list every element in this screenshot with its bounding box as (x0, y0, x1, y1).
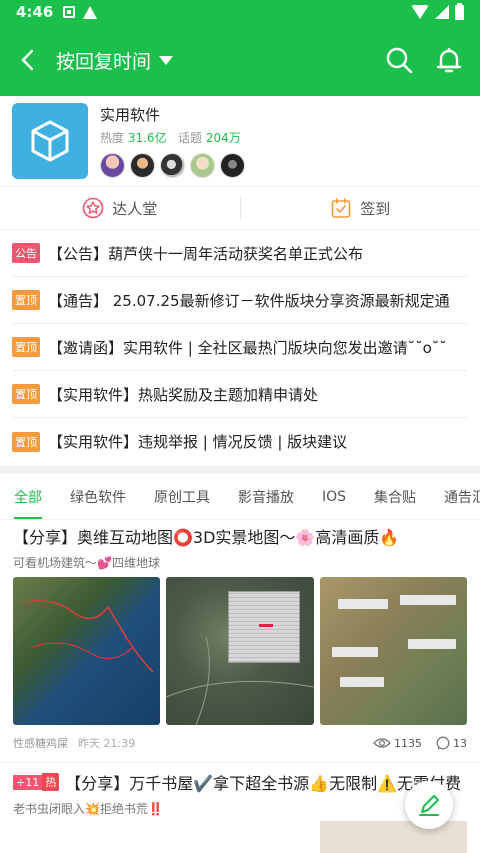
hot-label: 热 (42, 773, 60, 791)
back-button[interactable] (0, 24, 56, 96)
avatar[interactable] (220, 153, 245, 178)
avatar[interactable] (100, 153, 125, 178)
battery-icon (455, 2, 464, 20)
forum-logo (12, 103, 88, 179)
map-label (339, 677, 384, 687)
topics-label: 话题 (178, 131, 203, 145)
hall-of-fame-label: 达人堂 (112, 199, 158, 218)
post-card[interactable]: 【分享】奥维互动地图⭕3D实景地图～🌸高清画质🔥 可看机场建筑～💕四维地球 性感… (0, 524, 480, 751)
view-count: 1135 (394, 736, 422, 750)
map-route-overlay (22, 600, 154, 673)
signal-icon (435, 5, 449, 19)
search-button[interactable] (382, 43, 416, 77)
post-image[interactable] (166, 821, 314, 853)
post-title: 【分享】万千书屋✔️拿下超全书源👍无限制⚠️无需付费 (65, 774, 461, 793)
notice-title: 【实用软件】热贴奖励及主题加精申请处 (48, 385, 319, 404)
hall-of-fame-button[interactable]: 达人堂 (0, 197, 240, 219)
post-meta: 性感糖鸡屎 昨天 21:39 1135 13 (13, 735, 467, 751)
moderator-avatars (100, 153, 245, 178)
tab-announcements[interactable]: 通告汇 (430, 474, 480, 519)
tab-media-player[interactable]: 影音播放 (224, 474, 308, 519)
notice-item[interactable]: 置顶 【实用软件】热贴奖励及主题加精申请处 (12, 371, 468, 418)
notification-button[interactable] (432, 43, 466, 77)
notice-badge: 公告 (12, 243, 40, 263)
post-subtitle: 可看机场建筑～💕四维地球 (13, 556, 160, 570)
forum-header: 实用软件 热度 31.6亿 话题 204万 (0, 96, 480, 186)
warning-icon (83, 5, 98, 19)
checkin-button[interactable]: 签到 (241, 197, 480, 219)
cube-icon (31, 120, 69, 162)
compose-button[interactable] (405, 781, 453, 829)
post-image[interactable] (13, 821, 160, 853)
status-time: 4:46 (16, 3, 54, 21)
notice-item[interactable]: 公告 【公告】葫芦侠十一周年活动获奖名单正式公布 (12, 230, 468, 277)
notice-title: 【通告】 25.07.25最新修订－软件版块分享资源最新规定通 (48, 291, 450, 310)
post-images (13, 577, 467, 725)
post-images (0, 821, 480, 853)
post-image-map-satellite[interactable] (13, 577, 161, 725)
post-date: 昨天 21:39 (78, 737, 136, 750)
tab-original-tools[interactable]: 原创工具 (140, 474, 224, 519)
divider (0, 186, 480, 187)
bell-icon (436, 47, 462, 73)
forum-name: 实用软件 (100, 106, 161, 124)
notice-item[interactable]: 置顶 【实用软件】违规举报 | 情况反馈 | 版块建议 (12, 418, 468, 465)
app-notification-icon (63, 6, 76, 18)
back-arrow-icon (21, 49, 34, 71)
post-author[interactable]: 性感糖鸡屎 (13, 735, 68, 751)
heat-label: 热度 (100, 131, 125, 145)
road-lines (166, 636, 314, 725)
divider (0, 762, 480, 763)
top-toolbar: 按回复时间 (0, 24, 480, 96)
post-subtitle: 老书虫闭眼入💥拒绝书荒‼️ (13, 802, 163, 816)
sort-title: 按回复时间 (56, 50, 152, 73)
notice-title: 【公告】葫芦侠十一周年活动获奖名单正式公布 (48, 244, 364, 263)
avatar[interactable] (160, 153, 185, 178)
tab-green-software[interactable]: 绿色软件 (56, 474, 140, 519)
comment-icon (436, 736, 450, 750)
map-label (407, 639, 456, 649)
notice-item[interactable]: 置顶 【通告】 25.07.25最新修订－软件版块分享资源最新规定通 (12, 277, 468, 324)
notice-item[interactable]: 置顶 【邀请函】实用软件 | 全社区最热门版块向您发出邀请˘˘o˘˘ (12, 324, 468, 371)
avatar[interactable] (130, 153, 155, 178)
wifi-icon (411, 5, 429, 19)
post-image-terrain[interactable] (319, 577, 467, 725)
notice-title: 【邀请函】实用软件 | 全社区最热门版块向您发出邀请˘˘o˘˘ (48, 338, 447, 357)
tab-all[interactable]: 全部 (0, 474, 56, 519)
hot-badge: +11 热 (13, 773, 60, 791)
tab-ios[interactable]: IOS (308, 474, 360, 519)
comment-count: 13 (453, 736, 467, 750)
status-bar: 4:46 (0, 0, 480, 24)
forum-stats: 热度 31.6亿 话题 204万 (100, 129, 245, 146)
sort-selector[interactable]: 按回复时间 (56, 47, 174, 74)
avatar[interactable] (190, 153, 215, 178)
topics-value: 204万 (205, 131, 241, 145)
caret-down-icon (159, 55, 174, 65)
pinned-notices: 公告 【公告】葫芦侠十一周年活动获奖名单正式公布 置顶 【通告】 25.07.2… (0, 230, 480, 465)
pinned-badge: 置顶 (12, 337, 40, 357)
notice-title: 【实用软件】违规举报 | 情况反馈 | 版块建议 (48, 433, 348, 451)
forum-actions: 达人堂 签到 (0, 188, 480, 228)
map-label (337, 599, 388, 609)
pen-icon (419, 795, 439, 816)
post-title: 【分享】奥维互动地图⭕3D实景地图～🌸高清画质🔥 (13, 528, 400, 547)
tab-collections[interactable]: 集合贴 (360, 474, 430, 519)
pinned-badge: 置顶 (12, 384, 40, 404)
category-tabs: 全部 绿色软件 原创工具 影音播放 IOS 集合贴 通告汇 (0, 474, 480, 520)
map-label (331, 647, 378, 657)
search-icon (386, 47, 413, 74)
heat-value: 31.6亿 (127, 131, 167, 145)
star-badge-icon (82, 197, 104, 219)
eye-icon (373, 738, 391, 748)
hot-count: +11 (13, 774, 43, 790)
checkin-label: 签到 (360, 199, 391, 218)
calendar-check-icon (331, 198, 351, 218)
pinned-badge: 置顶 (12, 431, 40, 452)
post-image[interactable] (319, 821, 467, 853)
post-image-airport[interactable] (166, 577, 314, 725)
pinned-badge: 置顶 (12, 290, 40, 310)
section-gap (0, 466, 480, 474)
map-label (399, 595, 456, 605)
